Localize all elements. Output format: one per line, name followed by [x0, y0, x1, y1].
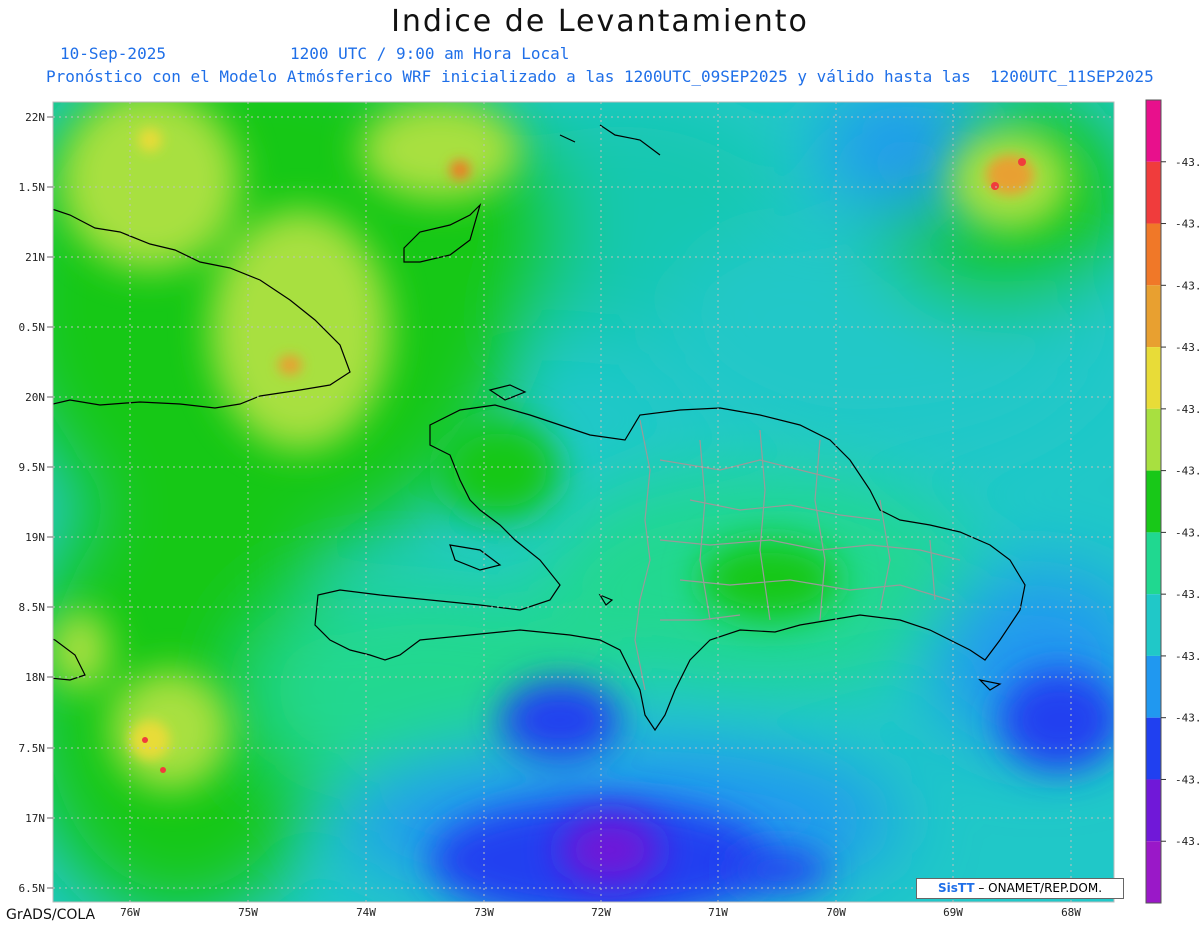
lat-label: 6.5N	[19, 882, 46, 895]
colorbar-swatch	[1146, 655, 1161, 718]
lat-label: 20N	[25, 391, 45, 404]
credit-text: – ONAMET/REP.DOM.	[978, 881, 1103, 895]
lon-label: 70W	[826, 906, 846, 919]
colorbar-label: -43.4	[1175, 403, 1200, 416]
colorbar-label: -43.4	[1175, 465, 1200, 478]
lon-label: 75W	[238, 906, 258, 919]
grads-footer: GrADS/COLA	[6, 907, 96, 923]
colorbar-label: -43.6	[1175, 712, 1200, 725]
colorbar-label: -43.7	[1175, 773, 1200, 786]
colorbar-swatch	[1146, 779, 1161, 842]
colorbar-label: -43.6	[1175, 650, 1200, 663]
lat-label: 7.5N	[19, 742, 46, 755]
lat-label: 19N	[25, 531, 45, 544]
lon-label: 69W	[943, 906, 963, 919]
lat-label: 1.5N	[19, 181, 46, 194]
lon-label: 74W	[356, 906, 376, 919]
map-field	[53, 102, 1114, 902]
colorbar-label: -43.5	[1175, 526, 1200, 539]
colorbar-label: -43.2	[1175, 218, 1200, 231]
lat-label: 22N	[25, 111, 45, 124]
sistt-logo: SisTT	[937, 881, 975, 895]
colorbar-swatch	[1146, 470, 1161, 533]
latitude-axis: 22N 1.5N 21N 0.5N 20N 9.5N 19N 8.5N 18N …	[19, 111, 46, 895]
lon-label: 76W	[120, 906, 140, 919]
lat-label: 18N	[25, 671, 45, 684]
lat-label: 21N	[25, 251, 45, 264]
lon-label: 72W	[591, 906, 611, 919]
lon-label: 71W	[708, 906, 728, 919]
colorbar-swatch	[1146, 285, 1161, 348]
lon-label: 73W	[474, 906, 494, 919]
colorbar-swatch	[1146, 717, 1161, 780]
lon-label: 68W	[1061, 906, 1081, 919]
colorbar-swatch	[1146, 100, 1161, 162]
colorbar-label: -43.3	[1175, 341, 1200, 354]
longitude-axis: 76W 75W 74W 73W 72W 71W 70W 69W 68W	[120, 906, 1081, 919]
colorbar-swatch	[1146, 347, 1161, 409]
lat-label: 9.5N	[19, 461, 46, 474]
colorbar-swatch	[1146, 161, 1161, 224]
credit-box: SisTT – ONAMET/REP.DOM.	[916, 878, 1124, 899]
colorbar-label: -43.5	[1175, 588, 1200, 601]
colorbar: -43.2 -43.2 -43.3 -43.3 -43.4 -43.4 -43.5 -43.5…	[1145, 99, 1200, 904]
colorbar-swatch	[1146, 594, 1161, 656]
colorbar-swatch	[1146, 532, 1161, 595]
colorbar-swatch	[1146, 408, 1161, 471]
colorbar-swatch	[1146, 841, 1161, 903]
lat-label: 17N	[25, 812, 45, 825]
lifted-index-map: 22N 1.5N 21N 0.5N 20N 9.5N 19N 8.5N 18N …	[19, 99, 1200, 919]
lat-label: 8.5N	[19, 601, 46, 614]
colorbar-label: -43.2	[1175, 156, 1200, 169]
lat-label: 0.5N	[19, 321, 46, 334]
colorbar-label: -43.7	[1175, 835, 1200, 848]
colorbar-label: -43.3	[1175, 279, 1200, 292]
colorbar-swatch	[1146, 223, 1161, 286]
